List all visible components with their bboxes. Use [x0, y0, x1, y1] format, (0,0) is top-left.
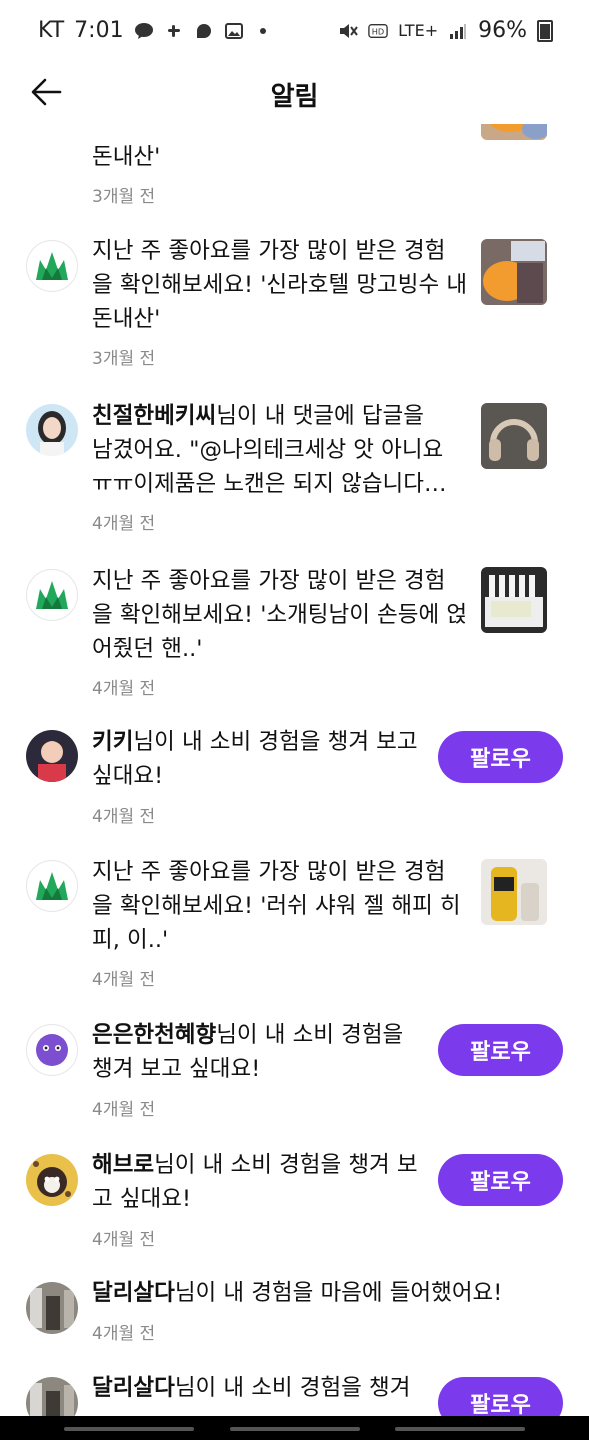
more-notifications-dot — [259, 27, 266, 34]
mute-icon — [338, 21, 358, 41]
notification-item[interactable]: 은은한천혜향님이 내 소비 경험을 챙겨 보고 싶대요! 4개월 전 팔로우 — [0, 1014, 589, 1139]
user-name[interactable]: 은은한천혜향 — [92, 1022, 216, 1048]
user-name[interactable]: 해브로 — [92, 1152, 154, 1178]
notification-text: 은은한천혜향님이 내 소비 경험을 챙겨 보고 싶대요! — [92, 1022, 404, 1082]
notification-item[interactable]: 친절한베키씨님이 내 댓글에 답글을 남겼어요. "@나의테크세상 앗 아니요 … — [0, 389, 589, 549]
system-navigation-bar — [0, 1416, 589, 1440]
notification-item[interactable]: 키키님이 내 소비 경험을 챙겨 보고 싶대요! 4개월 전 팔로우 — [0, 719, 589, 844]
notification-time: 4개월 전 — [92, 514, 156, 534]
mango-bingsu-thumbnail[interactable] — [481, 239, 547, 305]
user-name[interactable]: 달리살다 — [92, 1280, 175, 1306]
talk-icon — [134, 21, 154, 41]
user-avatar[interactable] — [26, 1377, 78, 1416]
user-avatar[interactable] — [26, 1024, 78, 1076]
battery-percent: 96% — [478, 18, 527, 43]
notification-text: 해브로님이 내 소비 경험을 챙겨 보 고 싶대요! — [92, 1152, 418, 1212]
keyboard-thumbnail[interactable] — [481, 567, 547, 633]
brand-logo-icon — [26, 569, 78, 621]
page-title: 알림 — [270, 82, 319, 112]
notification-text: 돈내산' — [92, 144, 161, 170]
notification-text: 지난 주 좋아요를 가장 많이 받은 경험 을 확인해보세요! '러쉬 샤워 젤… — [92, 859, 461, 953]
nav-recents-handle[interactable] — [64, 1427, 194, 1431]
status-bar: KT 7:01 HD LTE+ 96% — [0, 0, 589, 62]
signal-icon — [448, 21, 468, 41]
follow-button[interactable]: 팔로우 — [438, 1154, 563, 1206]
notification-text: 지난 주 좋아요를 가장 많이 받은 경험 을 확인해보세요! '신라호텔 망고… — [92, 238, 468, 332]
user-avatar[interactable] — [26, 1154, 78, 1206]
svg-text:HD: HD — [372, 26, 384, 36]
chat-bubble-icon — [194, 21, 214, 41]
notification-text: 키키님이 내 소비 경험을 챙겨 보고 싶대요! — [92, 729, 418, 789]
user-avatar[interactable] — [26, 730, 78, 782]
notification-item[interactable]: 돈내산' 3개월 전 — [0, 124, 589, 214]
user-name[interactable]: 달리살다 — [92, 1375, 175, 1401]
nav-back-handle[interactable] — [395, 1427, 525, 1431]
notification-text: 달리살다님이 내 경험을 마음에 들어했어요! — [92, 1280, 503, 1306]
notification-text: 친절한베키씨님이 내 댓글에 답글을 남겼어요. "@나의테크세상 앗 아니요 … — [92, 403, 447, 497]
headphones-thumbnail[interactable] — [481, 403, 547, 469]
user-name[interactable]: 키키 — [92, 729, 133, 755]
network-label: LTE+ — [398, 21, 439, 40]
follow-button[interactable]: 팔로우 — [438, 1024, 563, 1076]
notification-time: 4개월 전 — [92, 807, 156, 827]
user-avatar[interactable] — [26, 1282, 78, 1334]
notification-item[interactable]: 지난 주 좋아요를 가장 많이 받은 경험 을 확인해보세요! '소개팅남이 손… — [0, 554, 589, 714]
mango-bingsu-thumbnail[interactable] — [481, 124, 547, 140]
brand-logo-icon — [26, 860, 78, 912]
notification-time: 3개월 전 — [92, 187, 156, 207]
notification-item[interactable]: 지난 주 좋아요를 가장 많이 받은 경험 을 확인해보세요! '러쉬 샤워 젤… — [0, 849, 589, 1009]
follow-button[interactable]: 팔로우 — [438, 731, 563, 783]
notification-item[interactable]: 해브로님이 내 소비 경험을 챙겨 보 고 싶대요! 4개월 전 팔로우 — [0, 1144, 589, 1269]
brand-logo-icon — [26, 240, 78, 292]
follow-button[interactable]: 팔로우 — [438, 1377, 563, 1416]
notification-time: 4개월 전 — [92, 1230, 156, 1250]
user-name[interactable]: 친절한베키씨 — [92, 403, 216, 429]
notification-item[interactable]: 달리살다님이 내 경험을 마음에 들어했어요! 4개월 전 — [0, 1274, 589, 1369]
notification-item[interactable]: 달리살다님이 내 소비 경험을 챙겨 팔로우 — [0, 1369, 589, 1416]
clock: 7:01 — [74, 18, 124, 43]
notification-list[interactable]: 돈내산' 3개월 전 지난 주 좋아요를 가장 많이 받은 경험 을 확인해보세… — [0, 124, 589, 1416]
notification-time: 4개월 전 — [92, 679, 156, 699]
user-avatar[interactable] — [26, 404, 78, 456]
hd-icon: HD — [368, 21, 388, 41]
notification-time: 4개월 전 — [92, 1100, 156, 1120]
app-header: 알림 — [0, 62, 589, 124]
shower-gel-thumbnail[interactable] — [481, 859, 547, 925]
status-left: KT 7:01 — [38, 18, 266, 43]
notification-item[interactable]: 지난 주 좋아요를 가장 많이 받은 경험 을 확인해보세요! '신라호텔 망고… — [0, 224, 589, 384]
slack-icon — [164, 21, 184, 41]
notification-time: 4개월 전 — [92, 970, 156, 990]
notification-text: 달리살다님이 내 소비 경험을 챙겨 — [92, 1375, 411, 1401]
notification-time: 3개월 전 — [92, 349, 156, 369]
carrier-label: KT — [38, 18, 65, 43]
image-icon — [224, 21, 244, 41]
notification-time: 4개월 전 — [92, 1324, 156, 1344]
notification-text: 지난 주 좋아요를 가장 많이 받은 경험 을 확인해보세요! '소개팅남이 손… — [92, 568, 468, 662]
battery-icon — [537, 19, 553, 42]
status-right: HD LTE+ 96% — [338, 18, 553, 43]
nav-home-handle[interactable] — [230, 1427, 360, 1431]
